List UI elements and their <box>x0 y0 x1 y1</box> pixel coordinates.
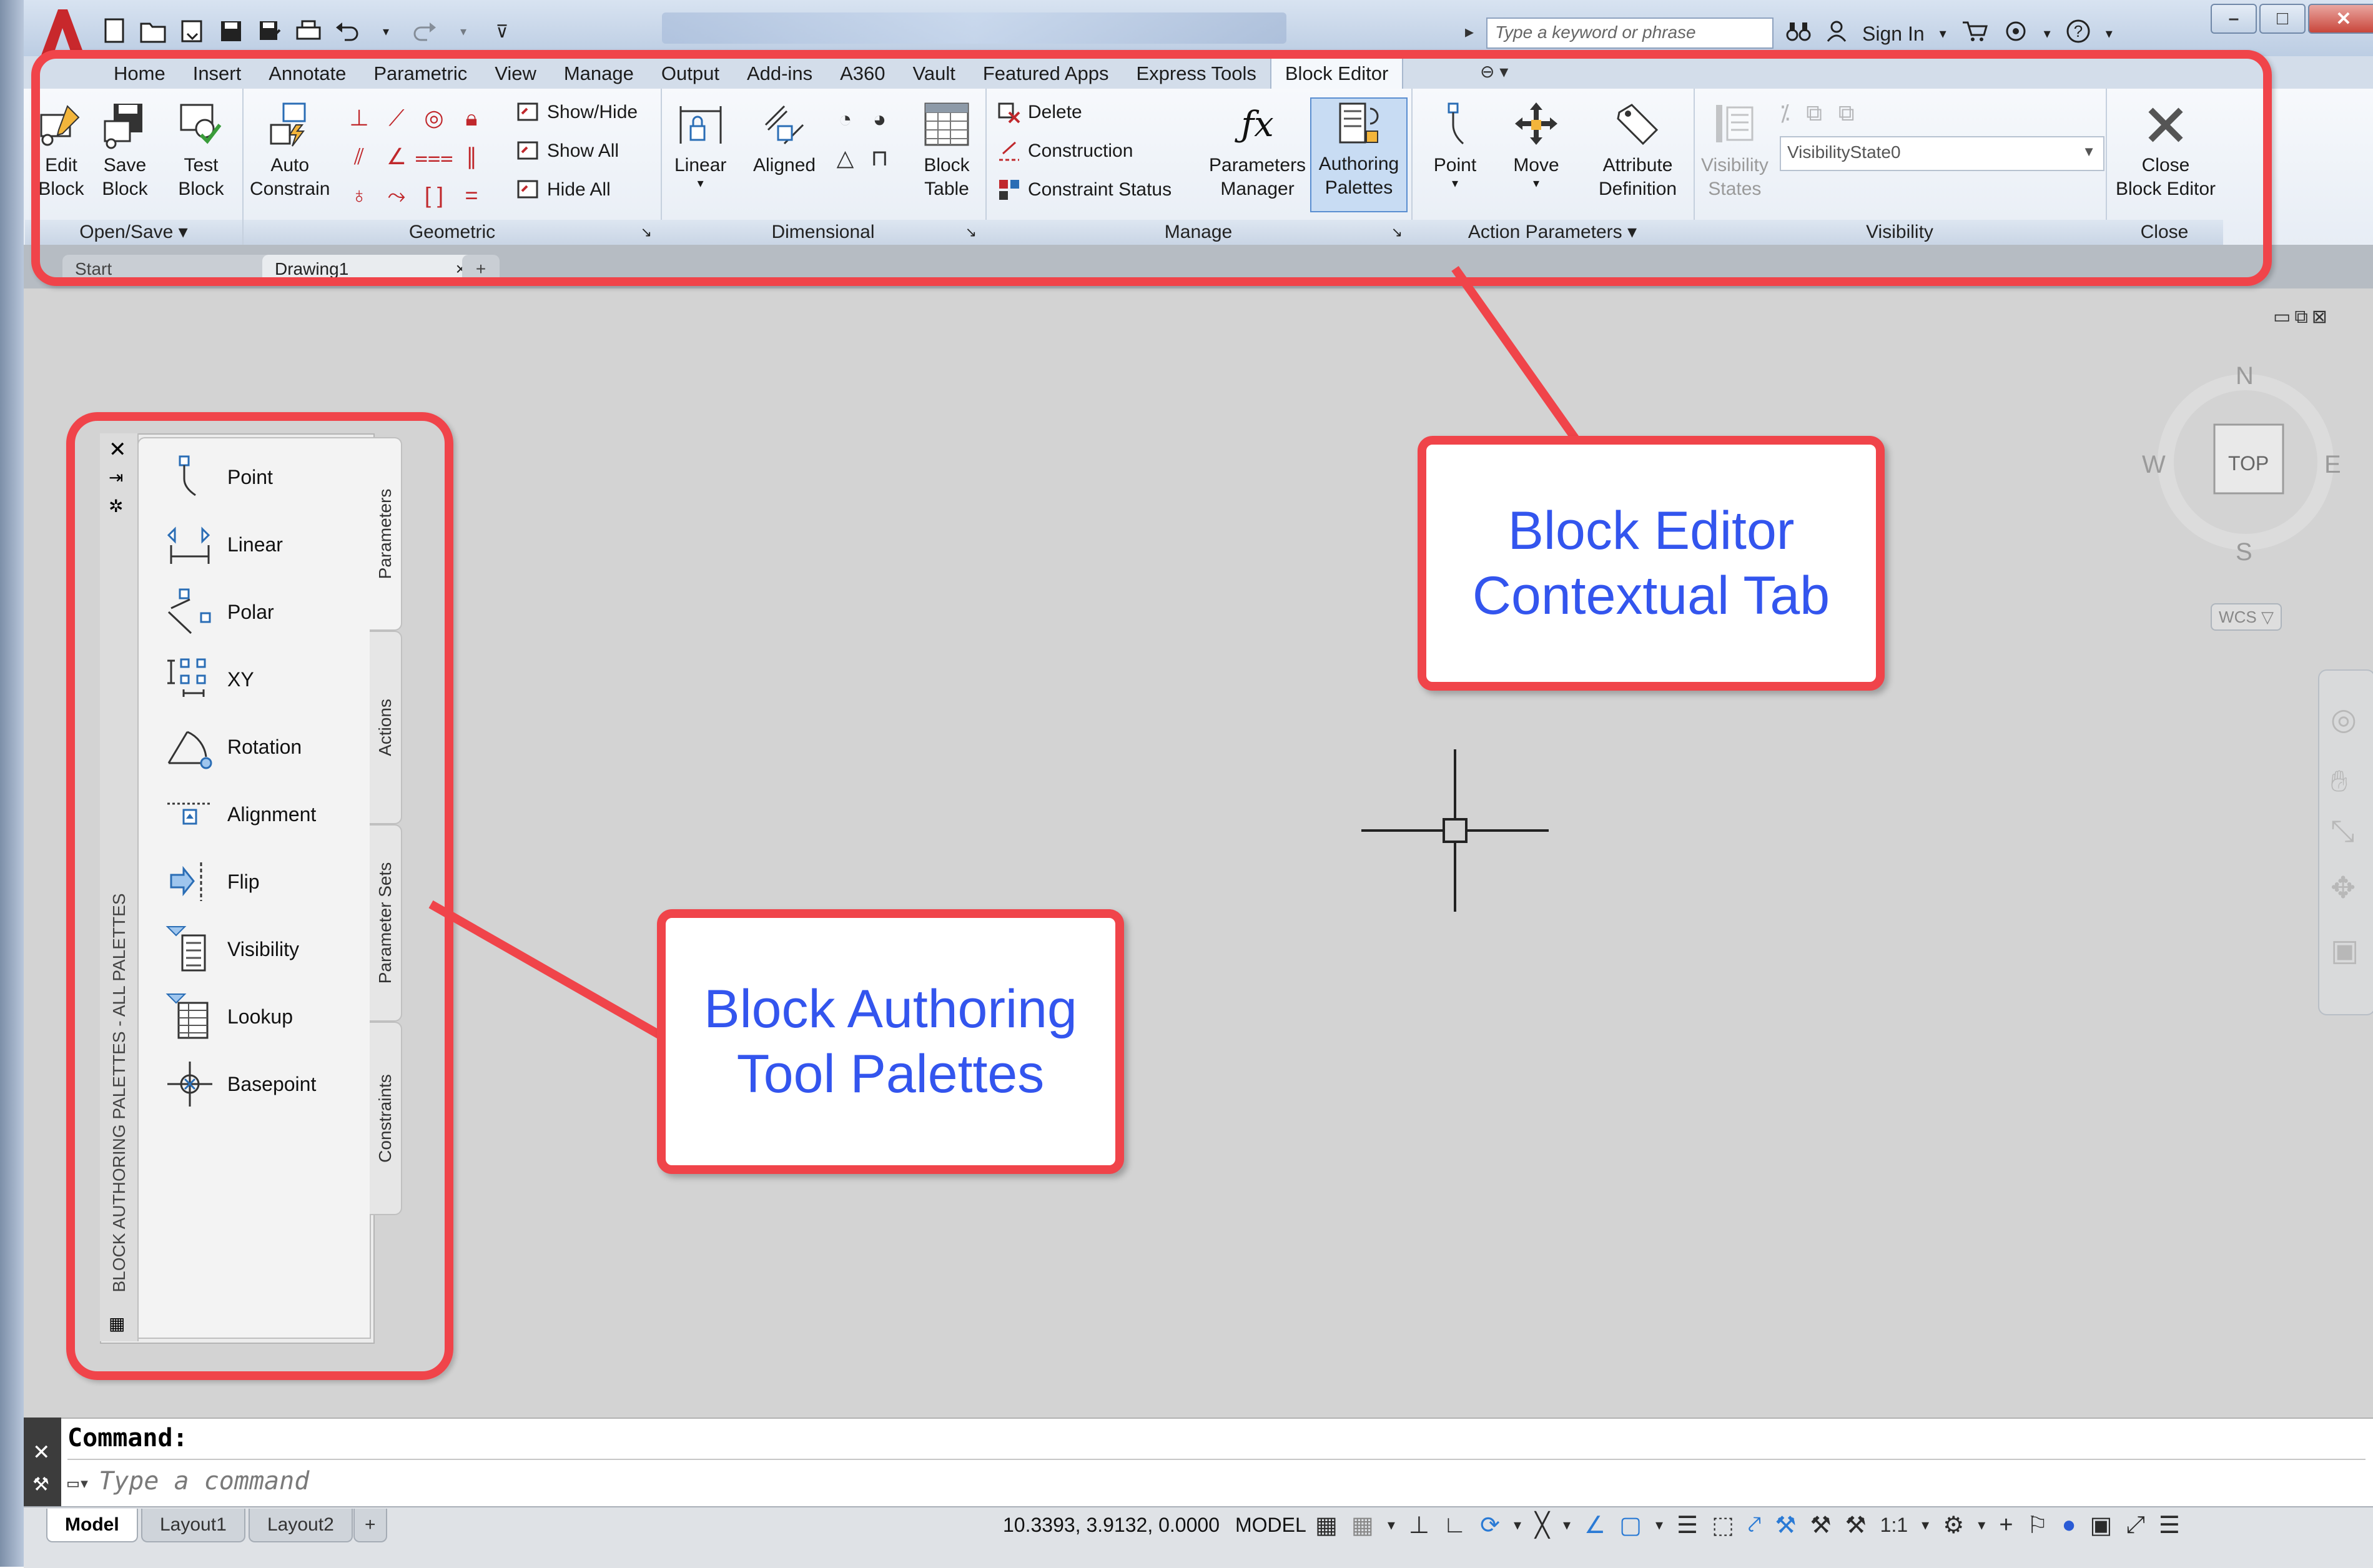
transparency-icon[interactable]: ⬚ <box>1712 1511 1734 1539</box>
sign-in-link[interactable]: Sign In <box>1862 22 1925 46</box>
annotation-monitor-icon[interactable]: + <box>1999 1512 2013 1539</box>
save-as-icon[interactable] <box>255 16 285 46</box>
redo-icon[interactable] <box>410 16 440 46</box>
help-icon[interactable]: ? <box>2066 19 2091 49</box>
open-icon[interactable] <box>139 16 169 46</box>
callout-frame-ribbon <box>31 50 2272 286</box>
units-icon[interactable]: ⚐ <box>2027 1511 2048 1539</box>
annotation-scale-icon[interactable]: ⚒ <box>1845 1511 1867 1539</box>
snap-dropdown-icon[interactable]: ▾ <box>1388 1516 1395 1534</box>
new-icon[interactable] <box>100 16 130 46</box>
a360-icon[interactable] <box>2003 20 2029 47</box>
callout-ribbon-label: Block Editor Contextual Tab <box>1418 436 1885 691</box>
window-title <box>662 12 1286 44</box>
add-layout-button[interactable]: + <box>353 1509 387 1542</box>
undo-icon[interactable] <box>332 16 362 46</box>
callout-palette-line1: Block Authoring <box>704 979 1077 1039</box>
steering-wheel-icon[interactable]: ◎ <box>2331 702 2357 737</box>
command-close-icon[interactable]: ✕ <box>32 1440 51 1465</box>
callout-ribbon-line2: Contextual Tab <box>1472 566 1830 626</box>
window-controls: – □ ✕ <box>2211 4 2373 34</box>
isodraft-icon[interactable]: ╳ <box>1535 1511 1549 1539</box>
search-input[interactable]: Type a keyword or phrase <box>1486 17 1774 49</box>
hardware-acceleration-icon[interactable]: ▣ <box>2090 1511 2113 1539</box>
command-input[interactable]: ▭▾ Type a command <box>67 1459 2366 1502</box>
crosshair-cursor <box>1361 749 1549 912</box>
command-customize-icon[interactable]: ⚒ <box>32 1474 49 1496</box>
search-expand-icon[interactable]: ▸ <box>1465 21 1474 42</box>
wcs-label: WCS <box>2219 608 2257 626</box>
selection-cycling-icon[interactable]: ⤤ <box>1748 1512 1761 1539</box>
polar-dropdown-icon[interactable]: ▾ <box>1514 1516 1521 1534</box>
viewport-controls: ▭⧉⊠ <box>2273 306 2331 328</box>
object-snap-icon[interactable]: ▢ <box>1619 1511 1642 1539</box>
autodesk-store-icon[interactable] <box>1961 20 1988 47</box>
viewcube-top-face[interactable]: TOP <box>2228 452 2269 475</box>
infocenter-tools: Sign In ▾ ▾ ? ▾ <box>1786 16 2113 51</box>
close-window-button[interactable]: ✕ <box>2308 4 2373 34</box>
sign-in-dropdown-icon[interactable]: ▾ <box>1940 26 1946 42</box>
command-history: Command: <box>67 1424 188 1452</box>
callout-frame-palette <box>66 412 453 1380</box>
auto-scale-icon[interactable]: ⚒ <box>1810 1511 1832 1539</box>
orbit-icon[interactable]: ✥ <box>2331 870 2356 905</box>
pan-icon[interactable]: ✋︎ <box>2331 764 2347 799</box>
layout-tab-model[interactable]: Model <box>46 1509 138 1542</box>
window-left-border <box>0 0 24 1567</box>
workspace-dropdown-icon[interactable]: ▾ <box>1978 1516 1985 1534</box>
command-line-grip[interactable]: ✕ ⚒ <box>24 1418 61 1506</box>
viewport-close-icon[interactable]: ⊠ <box>2312 307 2331 327</box>
coordinate-readout[interactable]: 10.3393, 3.9132, 0.0000 <box>1003 1514 1220 1537</box>
compass-north[interactable]: N <box>2236 362 2254 390</box>
navigation-bar: ◎ ✋︎ ⤡ ✥ ▣ <box>2318 669 2373 1015</box>
object-snap-dropdown-icon[interactable]: ▾ <box>1655 1516 1663 1534</box>
ortho-icon[interactable]: ∟ <box>1443 1512 1466 1539</box>
callout-palette-label: Block Authoring Tool Palettes <box>657 909 1124 1174</box>
annotation-scale-value[interactable]: 1:1 <box>1880 1514 1908 1537</box>
zoom-icon[interactable]: ⤡ <box>2331 814 2354 849</box>
callout-palette-line2: Tool Palettes <box>736 1044 1045 1104</box>
svg-text:?: ? <box>2073 22 2082 41</box>
object-snap-tracking-icon[interactable]: ∠ <box>1584 1511 1606 1539</box>
quick-access-toolbar: ▾ ▾ ⊽ <box>100 12 517 50</box>
binoculars-icon[interactable] <box>1786 20 1811 47</box>
customize-status-icon[interactable]: ☰ <box>2159 1511 2180 1539</box>
plot-icon[interactable] <box>294 16 323 46</box>
model-space-toggle[interactable]: MODEL <box>1235 1514 1306 1537</box>
scale-dropdown-icon[interactable]: ▾ <box>1922 1516 1929 1534</box>
minimize-button[interactable]: – <box>2211 4 2257 34</box>
annotation-visibility-icon[interactable]: ⚒ <box>1775 1511 1796 1539</box>
compass-south[interactable]: S <box>2236 538 2252 566</box>
snap-icon[interactable]: ▦ <box>1351 1511 1374 1539</box>
command-prompt-icon[interactable]: ▭▾ <box>67 1472 90 1494</box>
lineweight-icon[interactable]: ☰ <box>1677 1511 1698 1539</box>
command-placeholder: Type a command <box>99 1467 310 1496</box>
layout-tab-layout1[interactable]: Layout1 <box>141 1509 245 1542</box>
maximize-button[interactable]: □ <box>2259 4 2306 34</box>
showmotion-icon[interactable]: ▣ <box>2331 933 2359 968</box>
clean-screen-icon[interactable]: ⤢ <box>2126 1512 2144 1539</box>
infer-constraints-icon[interactable]: ⊥ <box>1409 1511 1429 1539</box>
wcs-menu[interactable]: WCS ▽ <box>2211 603 2282 631</box>
compass-west[interactable]: W <box>2142 451 2166 479</box>
undo-dropdown-icon[interactable]: ▾ <box>371 16 401 46</box>
workspace-gear-icon[interactable]: ⚙ <box>1943 1511 1964 1539</box>
status-bar-toggles: ▦ ▦ ▾ ⊥ ∟ ⟳ ▾ ╳ ▾ ∠ ▢ ▾ ☰ ⬚ ⤤ ⚒ ⚒ ⚒ 1:1 … <box>1315 1511 2180 1539</box>
redo-dropdown-icon[interactable]: ▾ <box>448 16 478 46</box>
help-dropdown-icon[interactable]: ▾ <box>2106 26 2113 42</box>
save-icon[interactable] <box>216 16 246 46</box>
layout-tab-layout2[interactable]: Layout2 <box>249 1509 353 1542</box>
viewport-restore-icon[interactable]: ⧉ <box>2294 307 2311 327</box>
isolate-objects-icon[interactable]: ● <box>2062 1512 2076 1539</box>
open-from-web-icon[interactable] <box>177 16 207 46</box>
viewport-minimize-icon[interactable]: ▭ <box>2273 307 2294 327</box>
a360-dropdown-icon[interactable]: ▾ <box>2044 26 2051 42</box>
compass-east[interactable]: E <box>2324 451 2341 479</box>
customize-qat-icon[interactable]: ⊽ <box>487 16 517 46</box>
polar-tracking-icon[interactable]: ⟳ <box>1480 1511 1500 1539</box>
user-icon[interactable] <box>1826 20 1847 47</box>
callout-ribbon-line1: Block Editor <box>1507 501 1795 561</box>
isodraft-dropdown-icon[interactable]: ▾ <box>1563 1516 1571 1534</box>
grid-icon[interactable]: ▦ <box>1315 1511 1338 1539</box>
